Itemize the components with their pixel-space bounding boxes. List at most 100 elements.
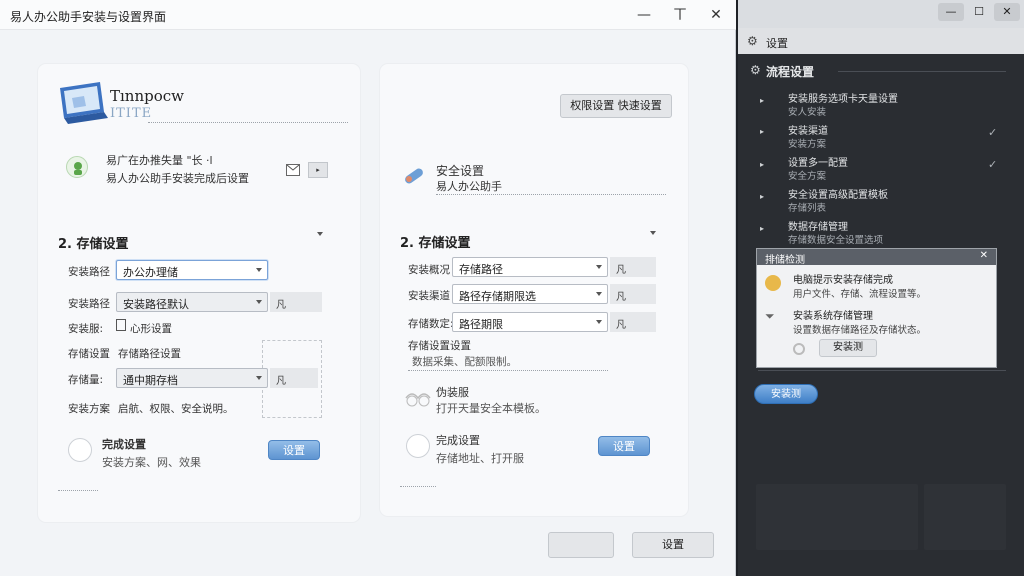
popup-line1-sub: 用户文件、存储、流程设置等。	[793, 289, 927, 300]
panel-maximize-button[interactable]: ☐	[966, 3, 992, 21]
panel-item-title: 安装渠道	[788, 126, 828, 137]
glasses-icon	[404, 388, 432, 410]
storage-check-popup: 排储检测 ✕ 电脑提示安装存储完成 用户文件、存储、流程设置等。 ⏷ 安装系统存…	[756, 248, 997, 368]
panel-close-button[interactable]: ✕	[994, 3, 1020, 21]
chevron-right-icon: ▸	[760, 192, 765, 201]
flow-icon: ⚙	[750, 63, 761, 77]
dropdown-arrow-icon	[256, 376, 262, 380]
panel-minimize-button[interactable]: —	[938, 3, 964, 21]
divider	[58, 490, 98, 491]
divider	[436, 194, 666, 195]
filter-icon: ⏷	[765, 309, 775, 323]
select-value: 存储路径	[459, 263, 503, 276]
dropdown-arrow-icon	[596, 265, 602, 269]
install-channel-select[interactable]: 路径存储期限选	[452, 284, 608, 304]
popup-close-button[interactable]: ✕	[980, 250, 988, 261]
chevron-right-icon: ▸	[760, 127, 765, 136]
gear-icon: ⚙	[747, 34, 758, 48]
divider	[408, 370, 608, 371]
panel-item-title: 安装服务选项卡天量设置	[788, 94, 898, 105]
panel-item-title: 设置多一配置	[788, 158, 848, 169]
expand-arrow-button[interactable]: ▸	[308, 162, 328, 178]
panel-action-button[interactable]: 安装测	[754, 384, 818, 404]
panel-title-bar: — ☐ ✕	[738, 0, 1024, 28]
feature-line-2: 易人办公助手安装完成后设置	[106, 172, 249, 185]
field-suffix: 凡	[610, 257, 656, 277]
select-value: 路径期限	[459, 318, 503, 331]
panel-item-subtitle: 存储数据安全设置选项	[788, 235, 884, 246]
dropdown-arrow-icon	[596, 292, 602, 296]
maximize-button[interactable]: ㄒ	[666, 4, 694, 26]
empty-slot	[924, 484, 1006, 550]
install-overview-select[interactable]: 存储路径	[452, 257, 608, 277]
field-label: 安装渠道	[408, 290, 450, 302]
chevron-right-icon: ▸	[760, 96, 765, 105]
finish-option-radio[interactable]	[406, 434, 430, 458]
select-value: 办公办理储	[123, 266, 178, 279]
main-window: 易人办公助手安装与设置界面 — ㄒ ✕ Tınnpocw ITITE 易广在办推…	[0, 0, 736, 576]
tool-subtitle: 易人办公助手	[436, 180, 502, 193]
divider	[400, 486, 436, 487]
option-setup-button[interactable]: 设置	[268, 440, 320, 460]
capsule-tool-icon	[402, 164, 428, 186]
permission-settings-button[interactable]: 权限设置 快速设置	[560, 94, 672, 118]
feature-line-1: 易广在办推失量 "长 ·l	[106, 154, 213, 167]
confirm-button[interactable]: 设置	[632, 532, 714, 558]
close-button[interactable]: ✕	[702, 4, 730, 26]
install-path-select[interactable]: 办公办理储	[116, 260, 268, 280]
option2-subtitle: 存储地址、打开服	[436, 452, 524, 465]
panel-header-title: 设置	[766, 37, 788, 50]
refresh-icon	[793, 343, 805, 355]
dropdown-arrow-icon	[256, 268, 262, 272]
field-suffix: 凡	[270, 292, 322, 312]
field-label: 安装路径	[68, 266, 110, 278]
field-label: 存储量:	[68, 374, 104, 386]
divider	[148, 122, 348, 123]
popup-install-button[interactable]: 安装测	[819, 339, 877, 357]
chevron-down-icon[interactable]	[650, 231, 656, 235]
settings-card: 权限设置 快速设置 安全设置 易人办公助手 2. 存储设置 安装概况 存储路径 …	[380, 64, 688, 516]
popup-line1: 电脑提示安装存储完成	[793, 275, 893, 286]
option-title: 完成设置	[102, 438, 146, 451]
select-value: 路径存储期限选	[459, 290, 536, 303]
chevron-down-icon[interactable]	[317, 232, 323, 236]
finish-option-radio[interactable]	[68, 438, 92, 462]
field-label: 存储数定:	[408, 318, 454, 330]
chevron-right-icon: ▸	[760, 224, 765, 233]
document-icon	[116, 319, 126, 331]
title-bar: 易人办公助手安装与设置界面 — ㄒ ✕	[0, 0, 736, 30]
popup-line2-sub: 设置数据存储路径及存储状态。	[793, 325, 927, 336]
popup-title: 排储检测	[765, 255, 805, 266]
install-card: Tınnpocw ITITE 易广在办推失量 "长 ·l 易人办公助手安装完成后…	[38, 64, 360, 522]
panel-item-subtitle: 安人安装	[788, 107, 827, 118]
logo-title: Tınnpocw	[110, 87, 184, 105]
popup-header: 排储检测 ✕	[757, 249, 996, 266]
chevron-right-icon: ▸	[760, 160, 765, 169]
storage-select[interactable]: 通中期存档	[116, 368, 268, 388]
storage-limit-select[interactable]: 路径期限	[452, 312, 608, 332]
field-label: 安装方案	[68, 403, 110, 415]
field-suffix: 凡	[610, 284, 656, 304]
panel-header: ⚙ 设置	[738, 28, 1024, 54]
app-icon	[66, 156, 88, 178]
mail-icon[interactable]	[286, 164, 300, 176]
field-value: 存储路径设置	[118, 348, 181, 360]
field-suffix: 凡	[610, 312, 656, 332]
empty-slot	[756, 484, 918, 550]
dropdown-arrow-icon	[596, 320, 602, 324]
dropdown-arrow-icon	[256, 300, 262, 304]
panel-item-title: 数据存储管理	[788, 222, 848, 233]
panel-item-subtitle: 安装方案	[788, 139, 827, 150]
laptop-logo-icon	[54, 78, 110, 128]
divider	[758, 370, 1006, 371]
install-path-select-2[interactable]: 安装路径默认	[116, 292, 268, 312]
window-title: 易人办公助手安装与设置界面	[10, 10, 167, 24]
option2-setup-button[interactable]: 设置	[598, 436, 650, 456]
panel-item-subtitle: 安全方案	[788, 171, 827, 182]
option-subtitle: 安装方案、网、效果	[102, 456, 201, 469]
minimize-button[interactable]: —	[630, 4, 658, 26]
divider	[838, 71, 1006, 72]
field-value: 启航、权限、安全说明。	[118, 403, 234, 415]
check-icon: ✓	[988, 126, 998, 139]
cancel-button[interactable]	[548, 532, 614, 558]
